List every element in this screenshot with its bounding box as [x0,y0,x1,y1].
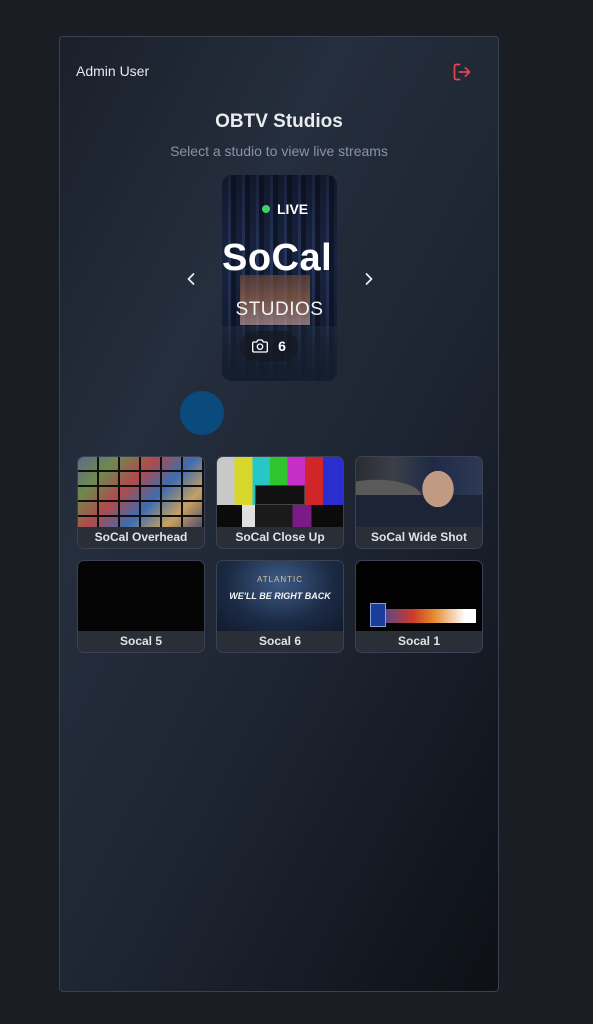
stream-label: Socal 1 [356,631,482,652]
stream-label: Socal 6 [217,631,343,652]
stream-thumbnail [356,457,482,527]
user-name: Admin User [76,63,150,79]
camera-count: 6 [278,338,286,354]
chevron-left-icon [187,273,195,285]
stream-thumbnail [78,561,204,631]
color-bars-id-box [255,485,305,505]
stream-grid: SoCal Overhead SoCal Close Up SoCal Wide… [77,456,485,653]
stream-tile-socal-1[interactable]: Socal 1 [355,560,483,653]
color-bars-lower-band [217,505,343,527]
live-badge: LIVE [262,201,308,217]
logout-button[interactable] [452,62,472,82]
stream-thumbnail [217,457,343,527]
live-status: LIVE [277,201,309,217]
stream-label: SoCal Overhead [78,527,204,548]
thumbnail-text: WE'LL BE RIGHT BACK [229,591,331,601]
thumbnail-logo: ATLANTIC [256,575,304,584]
camera-icon [252,339,269,353]
stream-tile-socal-close-up[interactable]: SoCal Close Up [216,456,344,549]
camera-count-badge: 6 [240,331,298,361]
carousel-prev-button[interactable] [181,269,201,289]
studio-panel: Admin User OBTV Studios Select a studio … [59,36,499,992]
stream-tile-socal-wide-shot[interactable]: SoCal Wide Shot [355,456,483,549]
carousel-next-button[interactable] [359,269,379,289]
lower-third-logo [370,603,386,627]
stream-label: SoCal Close Up [217,527,343,548]
stream-tile-socal-6[interactable]: ATLANTIC WE'LL BE RIGHT BACK Socal 6 [216,560,344,653]
carousel-indicator[interactable] [180,391,224,435]
studio-subtitle: STUDIOS [235,299,324,320]
stream-tile-socal-overhead[interactable]: SoCal Overhead [77,456,205,549]
stream-tile-socal-5[interactable]: Socal 5 [77,560,205,653]
logout-icon [453,63,471,81]
studio-name: SoCal [222,237,333,279]
stream-thumbnail [78,457,204,527]
stream-thumbnail [356,561,482,631]
stream-label: Socal 5 [78,631,204,652]
chevron-right-icon [365,273,373,285]
stream-label: SoCal Wide Shot [356,527,482,548]
page-title: OBTV Studios [215,111,343,132]
studio-card-socal[interactable]: LIVE SoCal STUDIOS 6 [222,175,337,381]
stream-thumbnail: ATLANTIC WE'LL BE RIGHT BACK [217,561,343,631]
page-subtitle: Select a studio to view live streams [170,143,388,159]
live-dot-icon [262,205,270,213]
